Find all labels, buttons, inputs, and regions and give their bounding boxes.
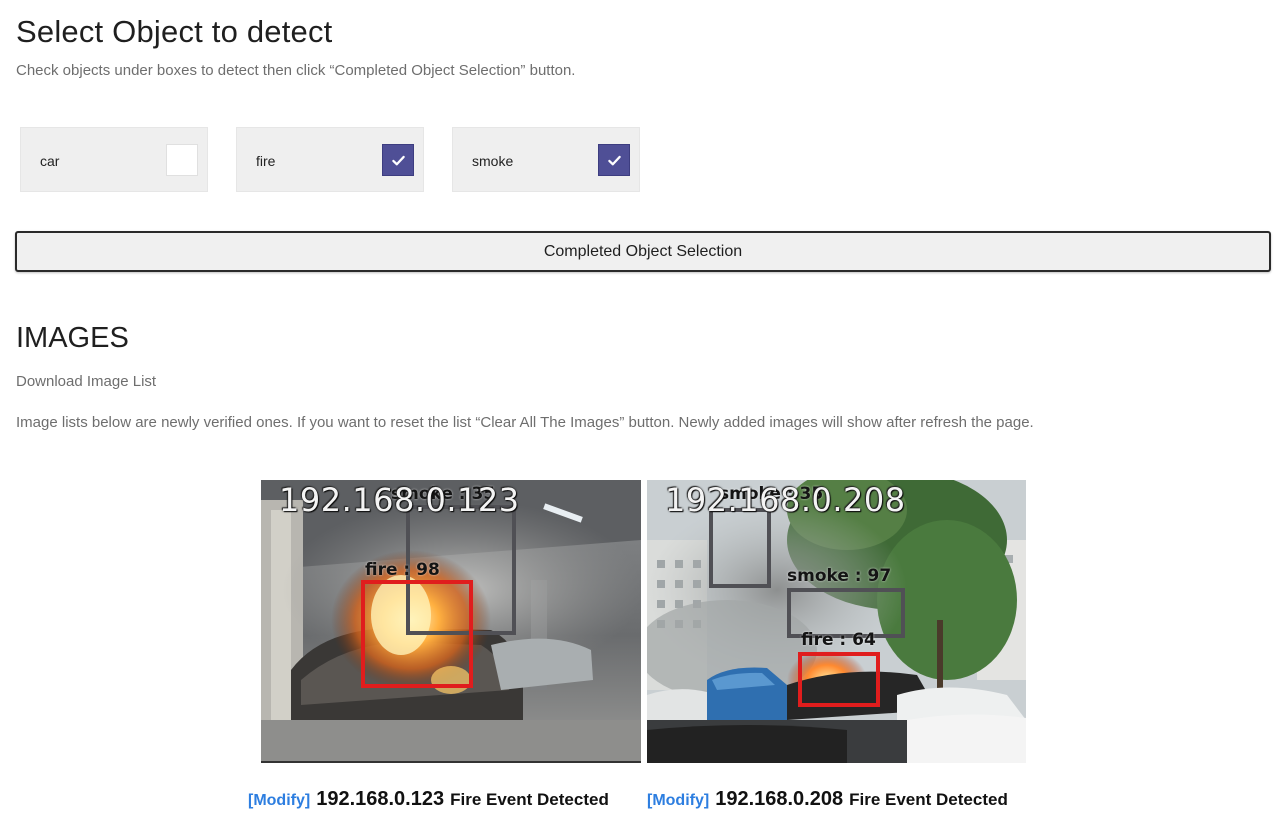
images-section-title: IMAGES — [16, 322, 129, 354]
object-card-car: car — [20, 127, 208, 192]
caption-event: Fire Event Detected — [450, 790, 609, 809]
download-image-list-label: Download Image List — [16, 373, 157, 390]
image-caption-1: [Modify] 192.168.0.123 Fire Event Detect… — [248, 788, 609, 814]
page-title: Select Object to detect — [16, 14, 333, 49]
image-ip-overlay: 192.168.0.208 — [665, 481, 906, 519]
object-label: car — [40, 153, 60, 169]
fire-checkbox[interactable] — [382, 144, 414, 176]
object-label: smoke — [472, 153, 514, 169]
modify-link[interactable]: [Modify] — [248, 792, 310, 810]
fire-bounding-box — [798, 652, 880, 707]
detection-image-2[interactable]: smoke : 35 smoke : 97 fire : 64 192.168.… — [647, 480, 1026, 763]
object-label: fire — [256, 153, 276, 169]
checkmark-icon — [607, 155, 621, 165]
selection-instruction: Check objects under boxes to detect then… — [16, 62, 576, 79]
smoke-detection-label: smoke : 97 — [787, 566, 892, 586]
fire-bounding-box — [361, 580, 473, 688]
image-ip-overlay: 192.168.0.123 — [279, 481, 520, 519]
modify-link[interactable]: [Modify] — [647, 792, 709, 810]
smoke-bounding-box — [709, 508, 771, 588]
fire-detection-label: fire : 98 — [365, 560, 440, 580]
completed-object-selection-button[interactable]: Completed Object Selection — [15, 231, 1271, 272]
car-checkbox[interactable] — [166, 144, 198, 176]
checkmark-icon — [391, 155, 405, 165]
object-card-smoke: smoke — [452, 127, 640, 192]
fire-detection-label: fire : 64 — [801, 630, 876, 650]
caption-ip: 192.168.0.208 — [715, 788, 844, 810]
object-card-fire: fire — [236, 127, 424, 192]
image-caption-2: [Modify] 192.168.0.208 Fire Event Detect… — [647, 788, 1008, 814]
detection-image-1[interactable]: smoke : 35 fire : 98 192.168.0.123 — [261, 480, 641, 763]
caption-ip: 192.168.0.123 — [316, 788, 445, 810]
images-description: Image lists below are newly verified one… — [16, 414, 1034, 431]
caption-event: Fire Event Detected — [849, 790, 1008, 809]
smoke-checkbox[interactable] — [598, 144, 630, 176]
